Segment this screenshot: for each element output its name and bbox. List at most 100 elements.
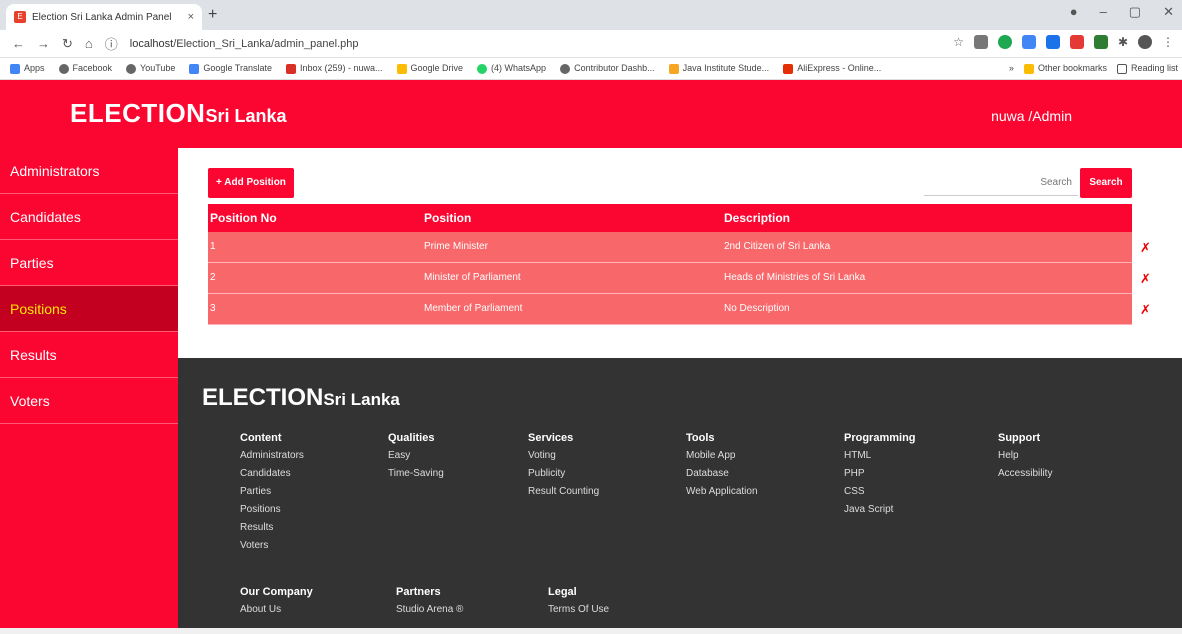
- footer-link[interactable]: Studio Arena ®: [396, 604, 463, 615]
- bookmarks-more[interactable]: »: [1009, 63, 1014, 74]
- footer-link[interactable]: CSS: [844, 486, 916, 497]
- forward-icon[interactable]: →: [37, 36, 50, 51]
- sidebar-item-results[interactable]: Results: [0, 332, 178, 378]
- window-controls: ● – ▢ ✕: [1070, 4, 1174, 20]
- url-host: localhost: [129, 37, 174, 50]
- delete-icon[interactable]: ✗: [1140, 302, 1151, 318]
- site-logo[interactable]: ELECTIONSri Lanka: [70, 98, 287, 129]
- extension-icon[interactable]: [997, 35, 1012, 49]
- new-tab-button[interactable]: +: [208, 6, 217, 24]
- bookmark-item[interactable]: Inbox (259) - nuwa...: [285, 63, 383, 74]
- bookmark-item[interactable]: Google Drive: [396, 63, 463, 74]
- reload-icon[interactable]: ↻: [62, 36, 73, 52]
- footer-link[interactable]: Parties: [240, 486, 304, 497]
- bookmark-item[interactable]: Google Translate: [189, 63, 272, 74]
- sidebar-item-positions[interactable]: Positions: [0, 286, 178, 332]
- footer-link[interactable]: Administrators: [240, 450, 304, 461]
- footer-link[interactable]: Java Script: [844, 504, 916, 515]
- sidebar-item-parties[interactable]: Parties: [0, 240, 178, 286]
- footer-link[interactable]: PHP: [844, 468, 916, 479]
- url-field[interactable]: localhost/Election_Sri_Lanka/admin_panel…: [130, 38, 359, 50]
- extension-icon[interactable]: [1045, 35, 1060, 49]
- profile-icon[interactable]: ●: [1070, 4, 1078, 20]
- footer-link[interactable]: Web Application: [686, 486, 758, 497]
- position-name: Minister of Parliament: [424, 272, 521, 283]
- position-no: 2: [210, 272, 216, 283]
- page: ELECTIONSri Lanka nuwa /Admin Administra…: [0, 80, 1182, 634]
- positions-table: Position No Position Description 1 Prime…: [208, 204, 1151, 325]
- bookmark-item[interactable]: Apps: [10, 63, 45, 74]
- favicon-icon: E: [14, 11, 26, 23]
- table-header: Position No Position Description: [208, 204, 1132, 232]
- sidebar: Administrators Candidates Parties Positi…: [0, 148, 178, 634]
- footer-heading: Content: [240, 432, 282, 444]
- browser-tab[interactable]: E Election Sri Lanka Admin Panel ×: [6, 4, 202, 30]
- bookmark-item[interactable]: AliExpress - Online...: [783, 63, 881, 74]
- sidebar-item-voters[interactable]: Voters: [0, 378, 178, 424]
- footer-link[interactable]: Mobile App: [686, 450, 758, 461]
- pdf-icon[interactable]: [1069, 35, 1084, 49]
- footer-heading: Programming: [844, 432, 916, 444]
- search-input[interactable]: [924, 170, 1078, 196]
- position-description: 2nd Citizen of Sri Lanka: [724, 241, 831, 252]
- footer-link[interactable]: HTML: [844, 450, 916, 461]
- footer-link[interactable]: Publicity: [528, 468, 599, 479]
- position-no: 1: [210, 241, 216, 252]
- extension-icon[interactable]: [1021, 35, 1036, 49]
- browser-tab-bar: E Election Sri Lanka Admin Panel × + ● –…: [0, 0, 1182, 30]
- avatar[interactable]: [1138, 35, 1152, 49]
- close-window-icon[interactable]: ✕: [1163, 4, 1174, 20]
- other-bookmarks[interactable]: Other bookmarks: [1023, 63, 1107, 74]
- site-footer: ELECTIONSri Lanka Content Administrators…: [178, 358, 1182, 634]
- table-row: 2 Minister of Parliament Heads of Minist…: [208, 263, 1151, 294]
- footer-link[interactable]: Terms Of Use: [548, 604, 609, 615]
- menu-icon[interactable]: ⋮: [1162, 35, 1174, 49]
- bookmark-item[interactable]: YouTube: [126, 63, 175, 74]
- horizontal-scrollbar[interactable]: [0, 628, 1182, 634]
- extension-icon[interactable]: [973, 35, 988, 49]
- footer-column-legal: Legal Terms Of Use: [548, 586, 609, 622]
- star-icon[interactable]: ☆: [953, 35, 964, 49]
- bookmark-item[interactable]: Facebook: [58, 63, 112, 74]
- footer-link[interactable]: Results: [240, 522, 304, 533]
- footer-link[interactable]: Time-Saving: [388, 468, 444, 479]
- footer-column-our-company: Our Company About Us: [240, 586, 313, 622]
- sidebar-item-candidates[interactable]: Candidates: [0, 194, 178, 240]
- delete-icon[interactable]: ✗: [1140, 240, 1151, 256]
- user-label[interactable]: nuwa /Admin: [991, 108, 1072, 124]
- tab-title: Election Sri Lanka Admin Panel: [32, 11, 172, 23]
- footer-link[interactable]: Voters: [240, 540, 304, 551]
- delete-icon[interactable]: ✗: [1140, 271, 1151, 287]
- home-icon[interactable]: ⌂: [85, 36, 93, 51]
- footer-column-partners: Partners Studio Arena ®: [396, 586, 463, 622]
- footer-link[interactable]: Accessibility: [998, 468, 1052, 479]
- footer-heading: Our Company: [240, 586, 313, 598]
- sidebar-item-administrators[interactable]: Administrators: [0, 148, 178, 194]
- footer-link[interactable]: Candidates: [240, 468, 304, 479]
- puzzle-icon[interactable]: ✱: [1118, 35, 1128, 49]
- footer-link[interactable]: About Us: [240, 604, 313, 615]
- column-header: Position No: [210, 211, 277, 225]
- bookmark-item[interactable]: Contributor Dashb...: [560, 63, 655, 74]
- reading-list[interactable]: Reading list: [1116, 63, 1178, 74]
- footer-link[interactable]: Help: [998, 450, 1052, 461]
- back-icon[interactable]: ←: [12, 36, 25, 51]
- minimize-icon[interactable]: –: [1100, 4, 1107, 20]
- footer-logo: ELECTIONSri Lanka: [202, 384, 400, 411]
- footer-column-qualities: Qualities Easy Time-Saving: [388, 432, 444, 486]
- bookmark-item[interactable]: (4) WhatsApp: [477, 63, 546, 74]
- search-button[interactable]: Search: [1080, 168, 1132, 198]
- maximize-icon[interactable]: ▢: [1129, 4, 1141, 20]
- footer-link[interactable]: Voting: [528, 450, 599, 461]
- add-position-button[interactable]: + Add Position: [208, 168, 294, 198]
- footer-heading: Support: [998, 432, 1041, 444]
- footer-link[interactable]: Easy: [388, 450, 444, 461]
- position-name: Member of Parliament: [424, 303, 523, 314]
- bookmark-item[interactable]: Java Institute Stude...: [668, 63, 769, 74]
- footer-link[interactable]: Database: [686, 468, 758, 479]
- footer-link[interactable]: Result Counting: [528, 486, 599, 497]
- footer-link[interactable]: Positions: [240, 504, 304, 515]
- tab-close-icon[interactable]: ×: [188, 11, 194, 23]
- extension-icon[interactable]: [1093, 35, 1108, 49]
- footer-column-content: Content Administrators Candidates Partie…: [240, 432, 304, 558]
